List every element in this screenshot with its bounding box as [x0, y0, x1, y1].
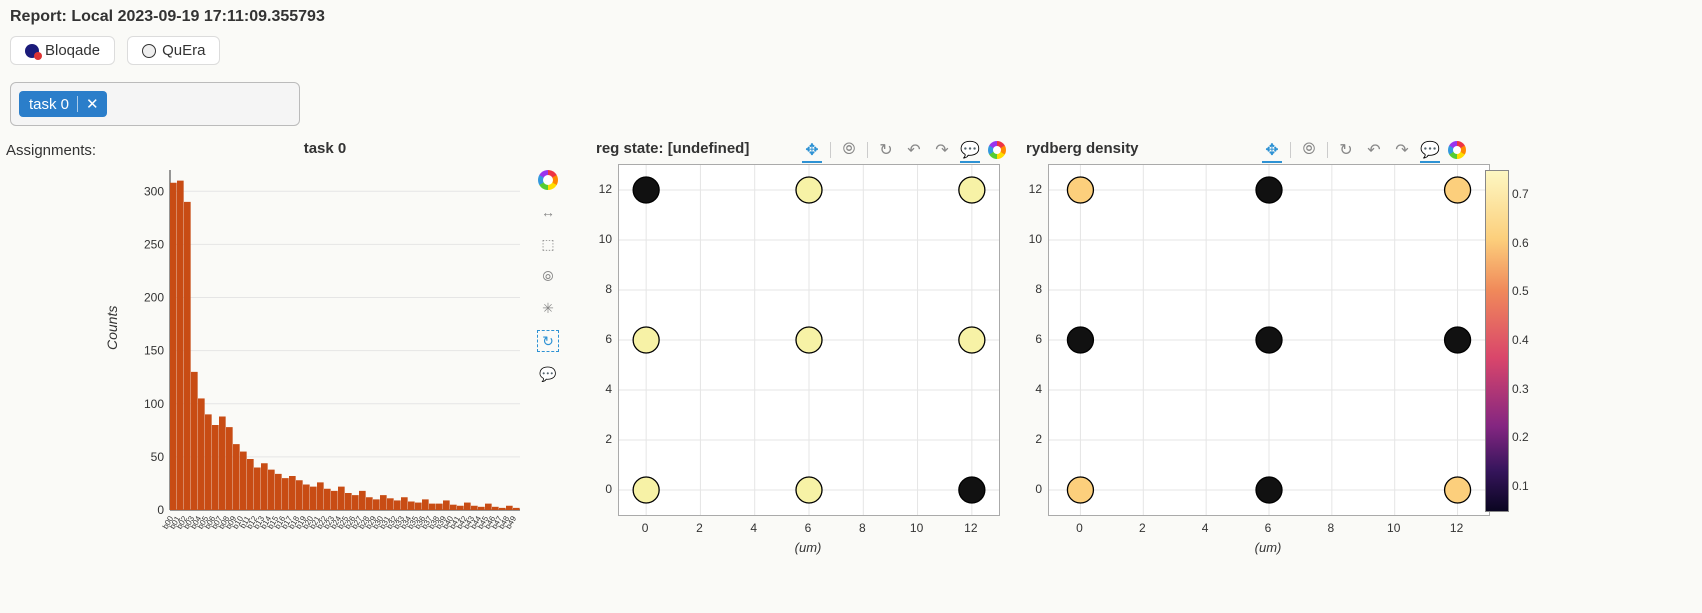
svg-text:4: 4 — [605, 382, 612, 396]
pan-tool-icon[interactable]: ↔ — [538, 202, 558, 222]
rydberg-density-title: rydberg density — [1026, 140, 1139, 157]
bar-chart-title: task 0 — [120, 140, 530, 157]
link-button-row: Bloqade QuEra — [10, 36, 220, 65]
svg-text:8: 8 — [859, 521, 866, 535]
box-zoom-tool-icon[interactable]: ⬚ — [538, 234, 558, 254]
colorbar-tick: 0.6 — [1512, 236, 1529, 250]
bar-chart-ylabel: Counts — [104, 306, 120, 350]
hover-tool-icon[interactable]: 💬 — [538, 364, 558, 384]
wheel-zoom-tool-icon[interactable]: ⦾ — [538, 266, 558, 286]
svg-text:2: 2 — [1035, 432, 1042, 446]
svg-text:0: 0 — [1076, 521, 1083, 535]
rydberg-density-axes: 0 0 2 2 4 4 6 6 8 8 10 10 12 12 (um) — [1020, 162, 1500, 572]
bokeh-logo-icon[interactable] — [538, 170, 558, 190]
reg-state-panel: reg state: [undefined] ✥ ⦾ ↻ ↶ ↷ 💬 0 0 2 2 4… — [590, 140, 1010, 570]
assignments-label: Assignments: — [6, 142, 96, 159]
svg-text:0: 0 — [157, 503, 164, 517]
bloqade-button-label: Bloqade — [45, 42, 100, 59]
task-chip[interactable]: task 0 ✕ — [19, 91, 107, 117]
svg-text:0: 0 — [1035, 482, 1042, 496]
svg-text:2: 2 — [696, 521, 703, 535]
colorbar-tick: 0.4 — [1512, 333, 1529, 347]
bloqade-button[interactable]: Bloqade — [10, 36, 115, 65]
reg-state-axes: 0 0 2 2 4 4 6 6 8 8 10 10 12 12 (um) — [590, 162, 1010, 572]
chip-divider — [77, 96, 78, 112]
undo-tool-icon[interactable]: ↶ — [904, 140, 924, 160]
rydberg-density-toolbar: ✥ ⦾ ↻ ↶ ↷ 💬 — [1262, 140, 1466, 160]
svg-text:4: 4 — [750, 521, 757, 535]
quera-button-label: QuEra — [162, 42, 205, 59]
bar-chart-svg: 050100150200250300b00b01b02b03b04b05b06b… — [120, 160, 530, 570]
task-multiselect[interactable]: task 0 ✕ — [10, 82, 300, 126]
toolbar-divider — [830, 142, 831, 158]
reset-tool-icon[interactable]: ↻ — [1336, 140, 1356, 160]
svg-text:12: 12 — [1029, 182, 1043, 196]
colorbar — [1485, 170, 1509, 512]
colorbar-ticks: 0.7 0.6 0.5 0.4 0.3 0.2 0.1 — [1512, 170, 1552, 510]
svg-text:8: 8 — [1035, 282, 1042, 296]
svg-text:10: 10 — [1387, 521, 1401, 535]
svg-text:(um): (um) — [1255, 540, 1282, 555]
svg-text:12: 12 — [964, 521, 978, 535]
toolbar-divider — [1290, 142, 1291, 158]
task-chip-label: task 0 — [29, 96, 69, 113]
toolbar-divider — [1327, 142, 1328, 158]
wheel-zoom-tool-icon[interactable]: ⦾ — [1299, 140, 1319, 160]
svg-text:6: 6 — [805, 521, 812, 535]
toolbar-divider — [867, 142, 868, 158]
svg-text:8: 8 — [605, 282, 612, 296]
colorbar-tick: 0.7 — [1512, 187, 1529, 201]
svg-text:(um): (um) — [795, 540, 822, 555]
svg-text:6: 6 — [605, 332, 612, 346]
colorbar-tick: 0.2 — [1512, 430, 1529, 444]
quera-icon — [142, 44, 156, 58]
hover-tool-icon[interactable]: 💬 — [1420, 140, 1440, 160]
bokeh-logo-icon[interactable] — [988, 141, 1006, 159]
colorbar-tick: 0.5 — [1512, 284, 1529, 298]
svg-text:6: 6 — [1265, 521, 1272, 535]
undo-tool-icon[interactable]: ↶ — [1364, 140, 1384, 160]
bar-chart-toolbar: ↔ ⬚ ⦾ ✳ ↻ 💬 — [535, 170, 561, 384]
svg-text:4: 4 — [1035, 382, 1042, 396]
tap-tool-icon[interactable]: ✳ — [538, 298, 558, 318]
svg-text:10: 10 — [910, 521, 924, 535]
colorbar-tick: 0.3 — [1512, 382, 1529, 396]
quera-button[interactable]: QuEra — [127, 36, 220, 65]
reset-tool-icon[interactable]: ↻ — [876, 140, 896, 160]
rydberg-density-panel: rydberg density ✥ ⦾ ↻ ↶ ↷ 💬 0 0 2 2 4 4 6 6 8 8 10… — [1020, 140, 1470, 570]
svg-text:150: 150 — [144, 344, 164, 358]
redo-tool-icon[interactable]: ↷ — [1392, 140, 1412, 160]
svg-text:50: 50 — [151, 450, 165, 464]
svg-text:12: 12 — [1450, 521, 1464, 535]
svg-text:8: 8 — [1328, 521, 1335, 535]
reset-tool-icon[interactable]: ↻ — [537, 330, 559, 352]
chip-close-icon[interactable]: ✕ — [86, 97, 99, 112]
page-title: Report: Local 2023-09-19 17:11:09.355793 — [10, 8, 325, 26]
reg-state-title: reg state: [undefined] — [596, 140, 749, 157]
svg-text:0: 0 — [605, 482, 612, 496]
svg-text:0: 0 — [642, 521, 649, 535]
svg-text:10: 10 — [599, 232, 613, 246]
pan-tool-icon[interactable]: ✥ — [1262, 140, 1282, 160]
pan-tool-icon[interactable]: ✥ — [802, 140, 822, 160]
bar-chart: task 0 050100150200250300b00b01b02b03b04… — [120, 140, 530, 570]
svg-text:2: 2 — [1139, 521, 1146, 535]
svg-text:300: 300 — [144, 184, 164, 198]
bloqade-icon — [25, 44, 39, 58]
svg-text:6: 6 — [1035, 332, 1042, 346]
hover-tool-icon[interactable]: 💬 — [960, 140, 980, 160]
wheel-zoom-tool-icon[interactable]: ⦾ — [839, 140, 859, 160]
svg-text:12: 12 — [599, 182, 613, 196]
bokeh-logo-icon[interactable] — [1448, 141, 1466, 159]
svg-text:100: 100 — [144, 397, 164, 411]
svg-text:2: 2 — [605, 432, 612, 446]
svg-text:10: 10 — [1029, 232, 1043, 246]
svg-text:4: 4 — [1202, 521, 1209, 535]
svg-text:200: 200 — [144, 291, 164, 305]
reg-state-toolbar: ✥ ⦾ ↻ ↶ ↷ 💬 — [802, 140, 1006, 160]
svg-text:250: 250 — [144, 237, 164, 251]
colorbar-tick: 0.1 — [1512, 479, 1529, 493]
redo-tool-icon[interactable]: ↷ — [932, 140, 952, 160]
